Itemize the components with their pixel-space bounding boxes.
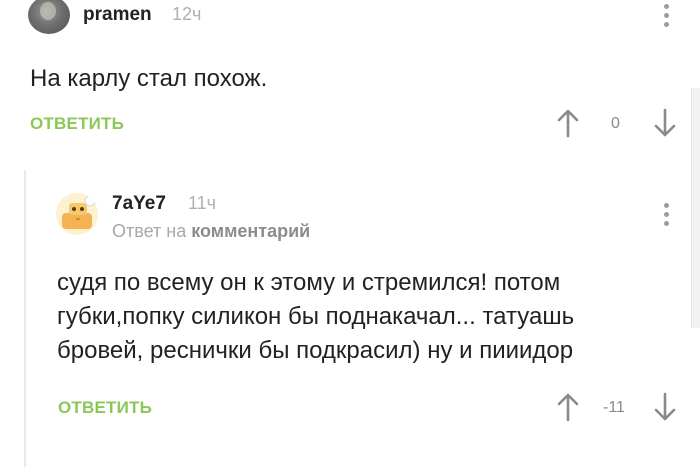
- more-vertical-icon[interactable]: [664, 203, 670, 230]
- comment-text-line: бровей, реснички бы подкрасил) ну и пиии…: [57, 337, 574, 364]
- vote-score: -11: [603, 399, 625, 416]
- reply-to-prefix: Ответ на: [112, 221, 187, 241]
- comment-username[interactable]: pramen: [83, 4, 152, 26]
- more-vertical-icon[interactable]: [664, 4, 670, 31]
- thread-line: [24, 170, 26, 467]
- reply-to-target[interactable]: комментарий: [191, 221, 310, 241]
- upvote-arrow-icon[interactable]: [556, 108, 580, 138]
- upvote-arrow-icon[interactable]: [556, 392, 580, 422]
- comment-text-line: губки,попку силикон бы поднакачал... тат…: [57, 303, 575, 330]
- user-avatar-icon: [40, 2, 56, 20]
- comment-username[interactable]: 7aYe7: [112, 193, 166, 215]
- reply-button[interactable]: ОТВЕТИТЬ: [58, 398, 152, 418]
- robot-avatar-icon: [62, 195, 96, 229]
- vote-score: 0: [611, 115, 620, 132]
- reply-to-link[interactable]: Ответ на комментарий: [112, 221, 310, 242]
- scrollbar[interactable]: [691, 88, 700, 328]
- comment-time: 12ч: [172, 4, 202, 24]
- comment-text: На карлу стал похож.: [30, 65, 268, 92]
- reply-button[interactable]: ОТВЕТИТЬ: [30, 114, 124, 134]
- comment-time: 11ч: [188, 193, 217, 213]
- downvote-arrow-icon[interactable]: [653, 108, 677, 138]
- user-avatar[interactable]: [56, 193, 98, 235]
- comment-text: судя по всему он к этому и стремился! по…: [57, 266, 677, 368]
- comment-text-line: судя по всему он к этому и стремился! по…: [57, 269, 561, 296]
- downvote-arrow-icon[interactable]: [653, 392, 677, 422]
- user-avatar[interactable]: [28, 0, 70, 34]
